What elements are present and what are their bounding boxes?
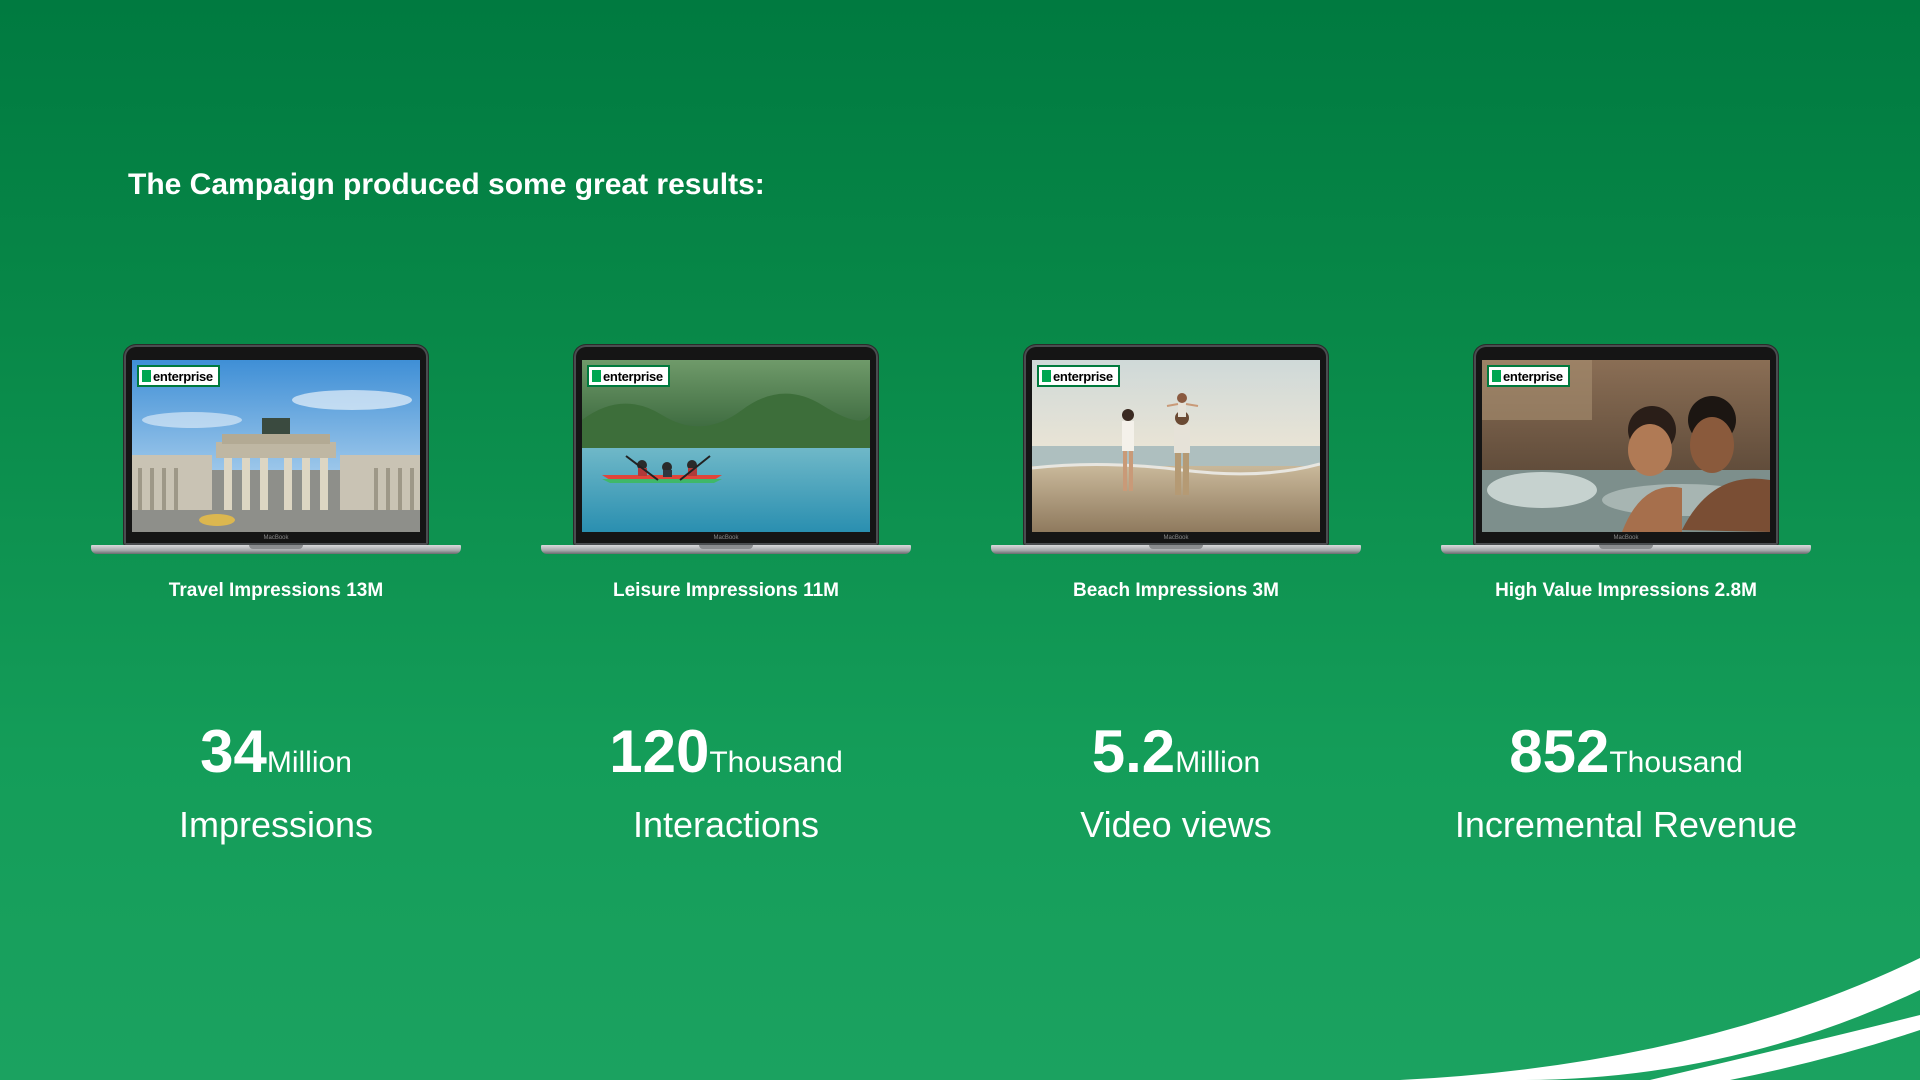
- family-beach-photo: enterprise: [1032, 360, 1320, 532]
- enterprise-logo: enterprise: [587, 365, 670, 387]
- laptop-notch: [249, 545, 303, 549]
- device-label: MacBook: [1613, 535, 1639, 541]
- laptop-mockup: enterprise MacBook: [91, 340, 461, 562]
- stat-interactions: 120Thousand Interactions: [501, 722, 951, 846]
- enterprise-logo-mark: [592, 370, 601, 382]
- stat-value-line: 34Million: [51, 722, 501, 782]
- couple-hot-tub-photo: enterprise: [1482, 360, 1770, 532]
- stat-value: 34: [200, 718, 267, 785]
- laptop-card-high-value: enterprise MacBook High Value Impression…: [1401, 340, 1851, 602]
- laptop-notch: [699, 545, 753, 549]
- laptop-mockup: enterprise MacBook: [541, 340, 911, 562]
- enterprise-logo-mark: [1492, 370, 1501, 382]
- device-label: MacBook: [1163, 535, 1189, 541]
- stat-unit: Million: [1175, 746, 1261, 779]
- slide-headline: The Campaign produced some great results…: [128, 168, 765, 201]
- enterprise-logo: enterprise: [1037, 365, 1120, 387]
- laptop-lid: enterprise MacBook: [1024, 345, 1328, 545]
- laptop-card-leisure: enterprise MacBook Leisure Impressions 1…: [501, 340, 951, 602]
- stat-value-line: 852Thousand: [1401, 722, 1851, 782]
- laptop-caption: Leisure Impressions 11M: [613, 580, 839, 601]
- stat-value: 120: [609, 718, 710, 785]
- device-label: MacBook: [263, 535, 289, 541]
- stat-value: 5.2: [1091, 718, 1176, 785]
- laptop-lid: enterprise MacBook: [1474, 345, 1778, 545]
- decorative-swoosh: [1400, 930, 1920, 1080]
- laptop-mockup: enterprise MacBook: [1441, 340, 1811, 562]
- stat-label: Incremental Revenue: [1454, 804, 1798, 845]
- stat-label: Interactions: [632, 804, 820, 845]
- laptop-lid: enterprise MacBook: [124, 345, 428, 545]
- laptop-caption: High Value Impressions 2.8M: [1495, 580, 1757, 601]
- enterprise-logo: enterprise: [137, 365, 220, 387]
- laptop-lid: enterprise MacBook: [574, 345, 878, 545]
- laptop-card-travel: enterprise MacBook Travel Impressions 13…: [51, 340, 501, 602]
- laptop-card-beach: enterprise MacBook Beach Impressions 3M: [951, 340, 1401, 602]
- laptop-caption: Beach Impressions 3M: [1073, 580, 1279, 601]
- device-label: MacBook: [713, 535, 739, 541]
- stat-incremental-revenue: 852Thousand Incremental Revenue: [1401, 722, 1851, 846]
- laptop-mockup: enterprise MacBook: [991, 340, 1361, 562]
- stat-impressions: 34Million Impressions: [51, 722, 501, 846]
- laptop-caption: Travel Impressions 13M: [168, 580, 384, 601]
- stat-unit: Thousand: [1609, 746, 1743, 779]
- stat-unit: Thousand: [709, 746, 843, 779]
- brandenburg-gate-photo: enterprise: [132, 360, 420, 532]
- kayak-lake-photo: enterprise: [582, 360, 870, 532]
- stat-label: Impressions: [178, 804, 374, 845]
- enterprise-logo-mark: [142, 370, 151, 382]
- stat-label: Video views: [1080, 804, 1272, 845]
- stat-value-line: 5.2Million: [951, 722, 1401, 782]
- stat-value-line: 120Thousand: [501, 722, 951, 782]
- stat-video-views: 5.2Million Video views: [951, 722, 1401, 846]
- laptop-notch: [1149, 545, 1203, 549]
- laptop-notch: [1599, 545, 1653, 549]
- stat-value: 852: [1509, 718, 1610, 785]
- stat-unit: Million: [266, 746, 352, 779]
- enterprise-logo: enterprise: [1487, 365, 1570, 387]
- enterprise-logo-mark: [1042, 370, 1051, 382]
